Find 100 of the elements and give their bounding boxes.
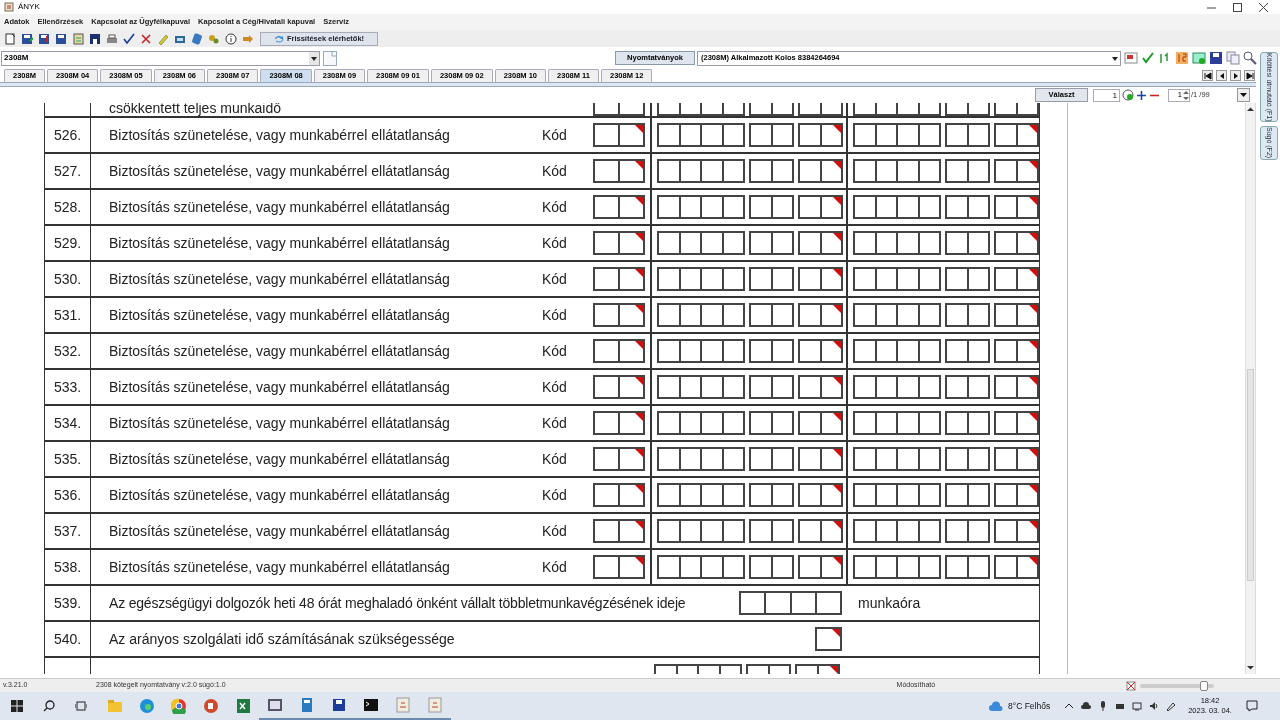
input-field[interactable] [853,411,941,435]
input-field[interactable] [945,267,990,291]
search-icon[interactable] [1243,51,1257,65]
input-field[interactable] [657,267,745,291]
weather-text[interactable]: 8°C Felhős [1008,699,1051,713]
check-icon[interactable] [123,32,135,45]
form-selector[interactable]: 2308M [1,50,320,66]
zoom-slider-thumb[interactable] [1200,680,1209,691]
calculator-icon[interactable] [191,32,203,45]
check-icon[interactable] [1141,51,1155,65]
input-field[interactable] [593,411,645,435]
windows-logo-icon[interactable] [11,700,23,712]
dropdown-icon[interactable] [1236,88,1250,102]
input-field[interactable] [593,267,645,291]
input-field[interactable] [853,303,941,327]
spinner-icon[interactable] [1183,89,1189,101]
close-icon[interactable] [1259,2,1268,12]
input-field[interactable] [945,339,990,363]
input-field[interactable] [945,483,990,507]
presentation-app-icon[interactable] [203,698,219,714]
input-field[interactable] [739,591,842,615]
input-field[interactable] [593,519,645,543]
input-field[interactable] [657,123,745,147]
last-page-icon[interactable] [1244,70,1255,81]
input-field[interactable] [657,447,745,471]
input-field[interactable] [853,159,941,183]
numbers-icon[interactable] [1175,51,1189,65]
input-field[interactable] [798,267,843,291]
input-field[interactable] [994,267,1039,291]
info-icon[interactable] [225,32,237,45]
input-field[interactable] [749,375,794,399]
input-field[interactable] [945,447,990,471]
input-field[interactable] [749,519,794,543]
maximize-icon[interactable] [1233,2,1242,12]
input-field[interactable] [749,123,794,147]
input-field[interactable] [853,231,941,255]
input-field[interactable] [994,555,1039,579]
input-field[interactable] [749,339,794,363]
input-field[interactable] [593,375,645,399]
input-field[interactable] [657,159,745,183]
input-field[interactable] [945,159,990,183]
input-field[interactable] [593,555,645,579]
input-field[interactable] [945,231,990,255]
input-field[interactable] [994,375,1039,399]
input-field[interactable] [593,447,645,471]
input-field[interactable] [994,231,1039,255]
input-field[interactable] [798,375,843,399]
cloud-icon[interactable] [1081,701,1092,711]
input-field[interactable] [749,231,794,255]
input-field[interactable] [749,447,794,471]
input-field[interactable] [853,375,941,399]
input-field[interactable] [657,195,745,219]
scroll-down-icon[interactable] [1246,664,1255,671]
input-field[interactable] [945,411,990,435]
chevron-up-icon[interactable] [1064,701,1075,711]
input-field[interactable] [994,483,1039,507]
save-icon[interactable] [1209,51,1223,65]
input-field[interactable] [593,195,645,219]
input-field[interactable] [657,303,745,327]
input-field[interactable] [749,483,794,507]
input-field[interactable] [945,123,990,147]
input-field[interactable] [749,555,794,579]
input-field[interactable] [798,159,843,183]
input-field[interactable] [798,231,843,255]
input-field[interactable] [853,339,941,363]
go-icon[interactable] [1122,89,1134,101]
new-document-icon[interactable] [4,32,16,45]
save-icon[interactable] [38,32,50,45]
save-icon[interactable] [21,32,33,45]
input-field[interactable] [798,303,843,327]
spreadsheet-app-icon[interactable] [235,698,251,714]
input-field[interactable] [994,411,1039,435]
cross-icon[interactable] [140,32,152,45]
scroll-thumb[interactable] [1247,369,1254,581]
search-icon[interactable] [43,700,55,712]
input-field[interactable] [749,159,794,183]
browser-icon[interactable] [139,698,155,714]
input-field[interactable] [945,555,990,579]
input-field[interactable] [798,339,843,363]
plus-icon[interactable] [1136,89,1147,101]
input-field[interactable] [994,303,1039,327]
input-field[interactable] [749,411,794,435]
input-field[interactable] [945,303,990,327]
input-field[interactable] [994,339,1039,363]
input-field[interactable] [945,519,990,543]
input-field[interactable] [853,483,941,507]
input-field[interactable] [853,519,941,543]
window-app-icon[interactable] [267,697,283,713]
pen-icon[interactable] [1166,701,1177,711]
no-edit-icon[interactable] [1126,680,1137,691]
input-field[interactable] [994,123,1039,147]
input-field[interactable] [657,519,745,543]
input-field[interactable] [749,195,794,219]
battery-icon[interactable] [1115,701,1126,711]
notification-icon[interactable] [1245,700,1258,712]
input-field[interactable] [798,195,843,219]
input-field[interactable] [593,123,645,147]
input-field[interactable] [657,411,745,435]
input-field[interactable] [994,159,1039,183]
save-icon[interactable] [55,32,67,45]
